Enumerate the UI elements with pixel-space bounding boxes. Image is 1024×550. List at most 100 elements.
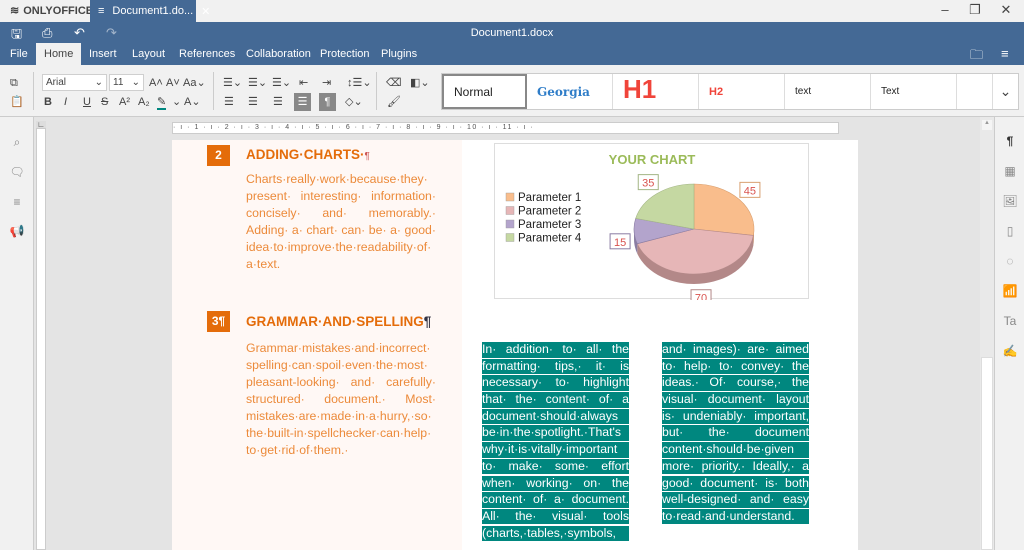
header: Document1.docx 🖫 ⎙ ↶ ↷ 🗀 ≡ File Home Ins… [0, 22, 1024, 65]
divider [213, 72, 214, 110]
legend-label: Parameter 1 [518, 192, 581, 204]
multilevel-icon[interactable]: ☰⌄ [272, 74, 291, 92]
text-line: Charts·really·work·because·they· [246, 172, 428, 186]
data-label: 15 [614, 237, 626, 249]
section-number: 2 [207, 145, 230, 166]
tab-layout[interactable]: Layout [124, 43, 173, 65]
strikethrough-icon[interactable]: S [101, 93, 108, 111]
data-label: 45 [744, 185, 756, 197]
change-case-icon[interactable]: Aa⌄ [183, 74, 206, 92]
close-tab-icon[interactable]: ✕ [201, 5, 210, 18]
tab-plugins[interactable]: Plugins [373, 43, 425, 65]
scrollbar-thumb[interactable] [981, 357, 993, 550]
highlight-dropdown-icon[interactable]: ⌄ [172, 93, 181, 111]
scroll-up-icon[interactable]: ▲ [982, 120, 992, 130]
document-tab[interactable]: ≡ Document1.do... ✕ [90, 0, 210, 22]
bold-icon[interactable]: B [44, 93, 52, 111]
horizontal-ruler[interactable]: · ı · 1 · ı · 2 · ı · 3 · ı · 4 · ı · 5 … [172, 122, 839, 134]
superscript-icon[interactable]: A² [119, 93, 130, 111]
style-empty[interactable] [957, 74, 993, 109]
font-name-select[interactable]: Arial ⌄ [42, 74, 107, 91]
section-body: Charts·really·work·because·they· present·… [246, 171, 436, 273]
styles-expand-icon[interactable]: ⌄ [993, 74, 1018, 109]
vertical-scrollbar[interactable]: ▲ [980, 117, 994, 550]
minimize-button[interactable]: – [935, 2, 955, 20]
font-color-icon[interactable]: A⌄ [184, 93, 201, 111]
decrease-font-icon[interactable]: A˅ [166, 74, 180, 92]
bullets-icon[interactable]: ☰⌄ [223, 74, 242, 92]
nonprinting-chars-icon[interactable]: ¶ [319, 93, 336, 111]
highlighted-line: be·in·the·spotlight.·That's [482, 425, 629, 441]
legend-swatch [505, 233, 515, 242]
numbering-icon[interactable]: ☰⌄ [248, 74, 267, 92]
tab-protection[interactable]: Protection [312, 43, 378, 65]
highlighted-line: formatting· tips,· it· is [482, 358, 629, 375]
highlight-icon[interactable]: ✎ [157, 93, 167, 110]
align-left-icon[interactable]: ☰ [224, 93, 234, 111]
tab-home[interactable]: Home [36, 43, 82, 65]
style-georgia[interactable]: Georgia [527, 74, 613, 109]
redo-icon[interactable]: ↷ [106, 25, 117, 41]
paste-icon[interactable]: 📋 [10, 93, 24, 111]
image-settings-icon[interactable]: 🖼 [995, 194, 1024, 208]
document-title: Document1.docx [470, 27, 554, 39]
copy-icon[interactable]: ⧉ [10, 74, 18, 92]
decrease-indent-icon[interactable]: ⇤ [299, 74, 308, 92]
style-h1[interactable]: H1 [613, 74, 699, 109]
document-tab-label: Document1.do... [112, 5, 194, 17]
menu-icon: ≡ [98, 5, 105, 17]
text-line: spelling·can·spoil·even·the·most· [246, 358, 428, 372]
vertical-ruler[interactable] [36, 128, 46, 550]
increase-font-icon[interactable]: A˄ [149, 74, 163, 92]
color-scheme-icon[interactable]: ◧⌄ [410, 74, 430, 92]
shading-icon[interactable]: ◇⌄ [345, 93, 363, 111]
text-line: mistakes·are·made·in·a·hurry,·so· [246, 409, 432, 423]
data-label: 35 [642, 178, 654, 190]
comments-icon[interactable]: 🗨 [0, 165, 34, 179]
header-footer-icon[interactable]: ▯ [995, 224, 1024, 238]
tab-references[interactable]: References [171, 43, 243, 65]
copy-style-icon[interactable]: 🖌 [387, 93, 401, 111]
feedback-icon[interactable]: 📢 [0, 224, 34, 238]
menu-icon[interactable]: ≡ [1001, 46, 1009, 61]
style-normal[interactable]: Normal [442, 74, 527, 109]
signature-icon[interactable]: ✍ [995, 344, 1024, 358]
search-icon[interactable]: ⌕ [0, 135, 34, 150]
close-button[interactable]: ✕ [996, 2, 1016, 20]
highlighted-line: well-designed· and· easy [662, 492, 809, 508]
restore-button[interactable]: ❐ [965, 2, 985, 20]
highlighted-line: more· priority.· Ideally,· a [662, 458, 809, 475]
undo-icon[interactable]: ↶ [74, 25, 85, 41]
pie-chart[interactable]: YOUR CHART Parameter 1 Parameter 2 Paramete… [494, 143, 809, 306]
highlighted-line: to· make· some· effort [482, 458, 629, 475]
paragraph-settings-icon[interactable]: ¶ [995, 134, 1024, 148]
highlighted-line: All· the· visual· tools [482, 508, 629, 525]
underline-icon[interactable]: U [83, 93, 91, 111]
shape-settings-icon[interactable]: ◌ [995, 254, 1024, 268]
navigation-icon[interactable]: ≡ [0, 195, 34, 209]
highlighted-line: content· of· a· document. [482, 492, 629, 508]
italic-icon[interactable]: I [64, 93, 67, 111]
data-label: 70 [695, 293, 707, 300]
tab-file[interactable]: File [2, 43, 36, 65]
subscript-icon[interactable]: A₂ [138, 93, 150, 111]
align-right-icon[interactable]: ☰ [273, 93, 283, 111]
chart-settings-icon[interactable]: 📶 [995, 284, 1024, 298]
clear-style-icon[interactable]: ⌫ [386, 74, 402, 92]
font-size-select[interactable]: 11 ⌄ [109, 74, 144, 91]
increase-indent-icon[interactable]: ⇥ [322, 74, 331, 92]
line-spacing-icon[interactable]: ↕☰⌄ [347, 74, 372, 92]
pilcrow: ¶ [364, 151, 370, 162]
text-line: Grammar·mistakes·and·incorrect· [246, 341, 431, 355]
table-settings-icon[interactable]: ▦ [995, 164, 1024, 178]
tab-collaboration[interactable]: Collaboration [238, 43, 319, 65]
text-art-icon[interactable]: Ta [995, 314, 1024, 328]
style-text-lower[interactable]: text [785, 74, 871, 109]
tab-insert[interactable]: Insert [81, 43, 125, 65]
style-text[interactable]: Text [871, 74, 957, 109]
justify-icon[interactable]: ☰ [294, 93, 311, 111]
align-center-icon[interactable]: ☰ [248, 93, 258, 111]
print-icon[interactable]: ⎙ [42, 25, 52, 41]
chart-title: YOUR CHART [609, 152, 696, 167]
style-h2[interactable]: H2 [699, 74, 785, 109]
